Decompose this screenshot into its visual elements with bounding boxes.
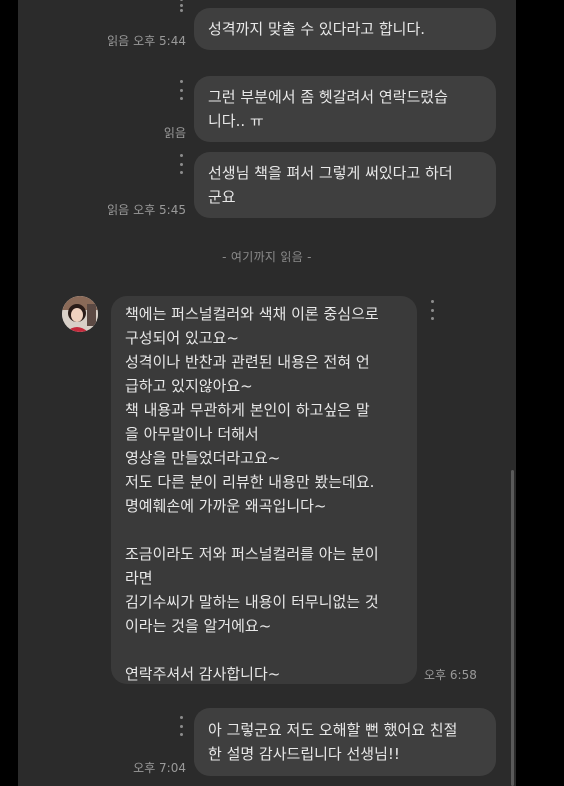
- timestamp: 오후 6:58: [424, 668, 477, 682]
- message-menu-icon[interactable]: [429, 300, 435, 320]
- message-bubble[interactable]: 책에는 퍼스널컬러와 색채 이론 중심으로 구성되어 있고요~ 성격이나 반찬과…: [111, 296, 417, 684]
- message-text: 김기수씨가 말하는 내용이 터무니없는 것: [125, 593, 379, 611]
- message-text: 연락주셔서 감사합니다~: [125, 665, 281, 683]
- message-text: 니다.. ㅠ: [208, 112, 264, 130]
- message-text: 영상을 만들었더라고요~: [125, 449, 281, 467]
- message-bubble[interactable]: 그런 부분에서 좀 헷갈려서 연락드렸습 니다.. ㅠ: [194, 76, 496, 142]
- message-meta: 읽음: [80, 126, 186, 140]
- message-text: 성격까지 맞출 수 있다라고 합니다.: [208, 20, 426, 38]
- timestamp: 오후 7:04: [133, 761, 186, 775]
- message-text: 한 설명 감사드립니다 선생님!!: [208, 745, 400, 763]
- message-text: 구성되어 있고요~: [125, 329, 239, 347]
- message-text: 을 아무말이나 더해서: [125, 425, 259, 443]
- message-meta: 오후 7:04: [80, 761, 186, 775]
- message-text: 군요: [208, 188, 236, 206]
- timestamp: 오후 5:45: [133, 203, 186, 217]
- read-receipt: 읽음: [107, 34, 130, 48]
- message-bubble[interactable]: 성격까지 맞출 수 있다라고 합니다.: [194, 8, 496, 50]
- message-text: 급하고 있지않아요~: [125, 377, 253, 395]
- message-text: 저도 다른 분이 리뷰한 내용만 봤는데요.: [125, 473, 375, 491]
- message-text: 명예훼손에 가까운 왜곡입니다~: [125, 497, 327, 515]
- message-bubble[interactable]: 선생님 책을 펴서 그렇게 써있다고 하더 군요: [194, 152, 496, 218]
- message-text: 그런 부분에서 좀 헷갈려서 연락드렸습: [208, 88, 448, 106]
- message-text: 책 내용과 무관하게 본인이 하고싶은 말: [125, 401, 370, 419]
- avatar-photo-icon: [62, 296, 98, 332]
- chat-screen: 성격까지 맞출 수 있다라고 합니다. 읽음 오후 5:44 그런 부분에서 좀 …: [18, 0, 516, 786]
- read-receipt: 읽음: [107, 203, 130, 217]
- read-receipt: 읽음: [163, 126, 186, 140]
- message-text: 선생님 책을 펴서 그렇게 써있다고 하더: [208, 164, 453, 182]
- message-menu-icon[interactable]: [178, 716, 184, 736]
- message-menu-icon[interactable]: [178, 80, 184, 100]
- message-menu-icon[interactable]: [178, 154, 184, 174]
- timestamp: 오후 5:44: [133, 34, 186, 48]
- message-text: 라면: [125, 569, 153, 587]
- message-text: 조금이라도 저와 퍼스널컬러를 아는 분이: [125, 545, 379, 563]
- read-divider: - 여기까지 읽음 -: [222, 250, 312, 264]
- message-text: 이라는 것을 알거에요~: [125, 617, 272, 635]
- message-text: 성격이나 반찬과 관련된 내용은 전혀 언: [125, 353, 370, 371]
- message-bubble[interactable]: 아 그렇군요 저도 오해할 뻔 했어요 친절 한 설명 감사드립니다 선생님!!: [194, 708, 496, 776]
- message-meta: 읽음 오후 5:44: [80, 34, 186, 48]
- message-menu-icon[interactable]: [178, 0, 184, 12]
- avatar[interactable]: [62, 296, 98, 332]
- message-text: 아 그렇군요 저도 오해할 뻔 했어요 친절: [208, 721, 458, 739]
- message-text: 책에는 퍼스널컬러와 색채 이론 중심으로: [125, 305, 379, 323]
- message-meta: 오후 6:58: [424, 668, 484, 682]
- scrollbar[interactable]: [511, 470, 514, 786]
- message-meta: 읽음 오후 5:45: [80, 203, 186, 217]
